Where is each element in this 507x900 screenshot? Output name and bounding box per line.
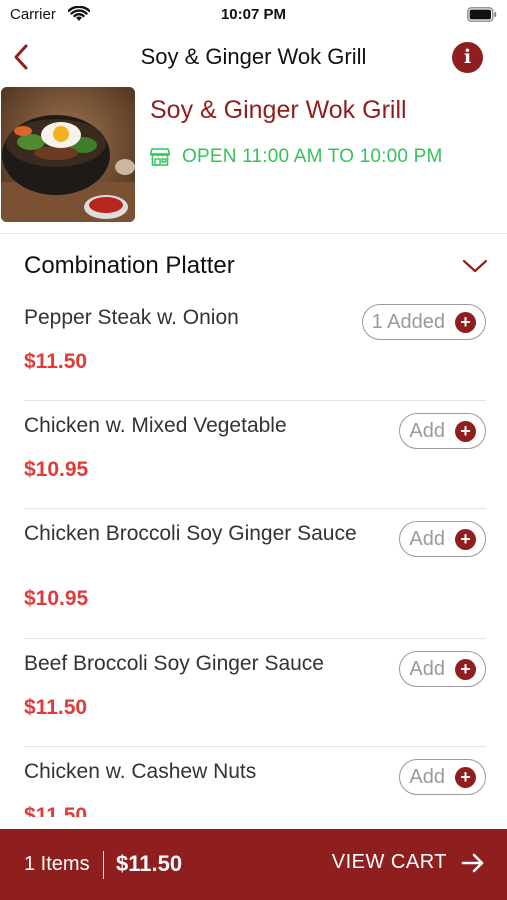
add-button-label: Add bbox=[409, 527, 445, 550]
item-price: $11.50 bbox=[24, 804, 88, 817]
item-name: Pepper Steak w. Onion bbox=[24, 306, 239, 329]
hours-text: OPEN 11:00 AM TO 10:00 PM bbox=[182, 146, 443, 167]
category-title: Combination Platter bbox=[24, 252, 235, 279]
add-button-label: Add bbox=[409, 419, 445, 442]
restaurant-header: Soy & Ginger Wok Grill OPEN 11:00 AM TO … bbox=[0, 86, 507, 234]
nav-bar: Soy & Ginger Wok Grill i bbox=[0, 34, 507, 80]
chevron-down-icon[interactable] bbox=[461, 256, 489, 276]
cart-item-count: 1 Items bbox=[24, 853, 90, 875]
arrow-right-icon bbox=[461, 853, 484, 872]
plus-icon: + bbox=[455, 311, 476, 333]
added-button[interactable]: 1 Added + bbox=[361, 304, 486, 340]
add-button[interactable]: Add + bbox=[399, 759, 486, 795]
menu-list[interactable]: Pepper Steak w. Onion $11.50 1 Added + C… bbox=[0, 290, 507, 817]
cart-total: $11.50 bbox=[116, 851, 183, 876]
info-icon: i bbox=[463, 46, 472, 68]
item-name: Chicken w. Mixed Vegetable bbox=[24, 414, 287, 437]
menu-item[interactable]: Chicken w. Cashew Nuts $11.50 Add + bbox=[24, 747, 486, 817]
add-button[interactable]: Add + bbox=[399, 413, 486, 449]
category-header[interactable]: Combination Platter bbox=[0, 244, 507, 290]
item-price: $10.95 bbox=[24, 458, 89, 481]
add-button[interactable]: Add + bbox=[399, 651, 486, 687]
opening-hours: OPEN 11:00 AM TO 10:00 PM bbox=[150, 146, 443, 168]
add-button-label: Add bbox=[409, 765, 445, 788]
item-name: Chicken Broccoli Soy Ginger Sauce bbox=[24, 522, 357, 545]
info-button[interactable]: i bbox=[452, 42, 483, 73]
restaurant-name: Soy & Ginger Wok Grill bbox=[150, 96, 407, 124]
battery-icon bbox=[467, 7, 497, 22]
restaurant-image bbox=[1, 87, 135, 222]
menu-item[interactable]: Beef Broccoli Soy Ginger Sauce $11.50 Ad… bbox=[24, 639, 486, 747]
item-price: $11.50 bbox=[24, 350, 88, 373]
view-cart-label: VIEW CART bbox=[331, 851, 447, 873]
cart-bar[interactable]: 1 Items $11.50 VIEW CART bbox=[0, 829, 507, 900]
cart-divider bbox=[103, 851, 104, 879]
item-name: Beef Broccoli Soy Ginger Sauce bbox=[24, 652, 324, 675]
status-bar: Carrier 10:07 PM bbox=[0, 0, 507, 30]
menu-item[interactable]: Chicken w. Mixed Vegetable $10.95 Add + bbox=[24, 401, 486, 509]
store-icon bbox=[150, 148, 170, 166]
menu-item[interactable]: Chicken Broccoli Soy Ginger Sauce $10.95… bbox=[24, 509, 486, 639]
plus-icon: + bbox=[455, 766, 476, 788]
item-price: $11.50 bbox=[24, 696, 88, 719]
menu-item[interactable]: Pepper Steak w. Onion $11.50 1 Added + bbox=[24, 290, 486, 401]
plus-icon: + bbox=[455, 658, 476, 680]
plus-icon: + bbox=[455, 528, 476, 550]
view-cart-button[interactable]: VIEW CART bbox=[332, 851, 485, 874]
item-name: Chicken w. Cashew Nuts bbox=[24, 760, 257, 783]
add-button[interactable]: Add + bbox=[399, 521, 486, 557]
add-button-label: 1 Added bbox=[371, 310, 445, 333]
add-button-label: Add bbox=[409, 657, 445, 680]
nav-title: Soy & Ginger Wok Grill bbox=[140, 44, 367, 69]
plus-icon: + bbox=[455, 420, 476, 442]
clock: 10:07 PM bbox=[220, 6, 287, 23]
item-price: $10.95 bbox=[24, 587, 89, 610]
